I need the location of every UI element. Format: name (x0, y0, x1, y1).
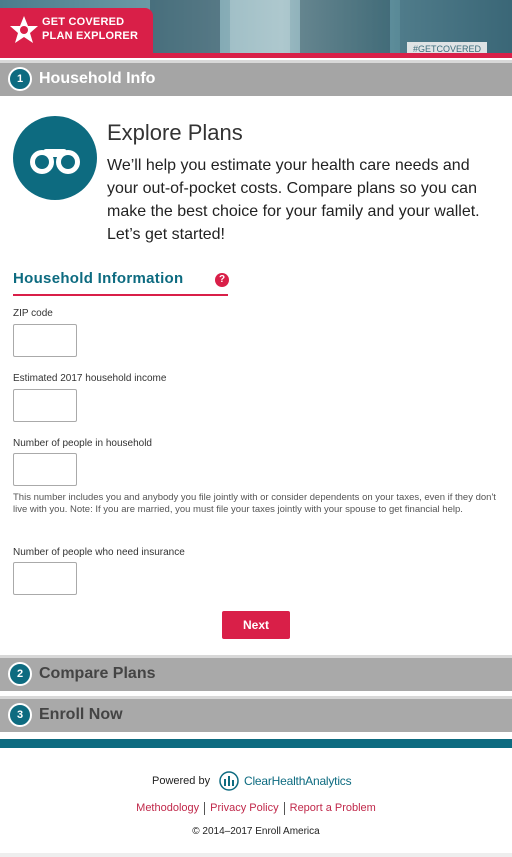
section-title: Household Information (13, 270, 184, 287)
step-label: Enroll Now (39, 706, 123, 723)
logo-text-top: GET COVERED (42, 16, 125, 28)
income-input[interactable] (13, 389, 77, 422)
header-banner: GET COVERED PLAN EXPLORER #GETCOVERED (0, 0, 512, 58)
step-label: Compare Plans (39, 665, 156, 682)
zip-label: ZIP code (13, 308, 53, 319)
banner-photo (300, 0, 390, 58)
step-compare-plans[interactable]: 2 Compare Plans (0, 655, 512, 691)
clearhealth-brand[interactable]: ClearHealthAnalytics (244, 774, 352, 788)
step-number-badge: 3 (8, 703, 32, 727)
get-covered-logo[interactable]: GET COVERED PLAN EXPLORER (0, 8, 153, 54)
help-icon[interactable]: ? (215, 273, 229, 287)
intro-description: We’ll help you estimate your health care… (107, 157, 480, 243)
household-help-text: This number includes you and anybody you… (13, 492, 496, 515)
powered-by-label: Powered by (152, 775, 211, 787)
star-icon (10, 16, 38, 43)
step-label: Household Info (39, 70, 156, 87)
footer-bottom-strip (0, 853, 512, 857)
intro-title: Explore Plans (107, 120, 243, 145)
step-enroll-now[interactable]: 3 Enroll Now (0, 696, 512, 732)
footer-divider (0, 739, 512, 748)
report-problem-link[interactable]: Report a Problem (285, 802, 381, 814)
binoculars-icon (13, 116, 97, 200)
income-label: Estimated 2017 household income (13, 373, 167, 384)
step-household-info[interactable]: 1 Household Info (0, 60, 512, 96)
insured-count-label: Number of people who need insurance (13, 547, 185, 558)
logo-text-bottom: PLAN EXPLORER (42, 30, 139, 42)
insured-count-input[interactable] (13, 562, 77, 595)
footer-links: Methodology Privacy Policy Report a Proble… (0, 802, 512, 815)
household-size-label: Number of people in household (13, 438, 152, 449)
zip-input[interactable] (13, 324, 77, 357)
banner-divider (0, 53, 512, 58)
section-heading: Household Information ? (13, 268, 229, 296)
privacy-policy-link[interactable]: Privacy Policy (205, 802, 283, 814)
clearhealth-logo-icon[interactable] (218, 771, 240, 791)
household-size-input[interactable] (13, 453, 77, 486)
banner-photo (230, 0, 290, 58)
banner-photo (150, 0, 220, 58)
next-button[interactable]: Next (222, 611, 290, 639)
step-number-badge: 1 (8, 67, 32, 91)
copyright-text: © 2014–2017 Enroll America (192, 826, 320, 837)
methodology-link[interactable]: Methodology (131, 802, 204, 814)
step-number-badge: 2 (8, 662, 32, 686)
